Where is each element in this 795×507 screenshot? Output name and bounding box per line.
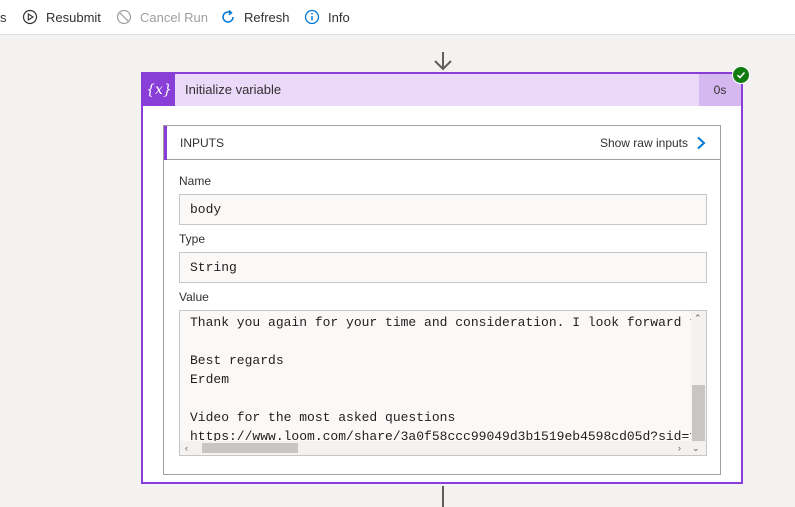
action-title: Initialize variable: [185, 82, 282, 97]
flow-arrow-down-icon: [434, 52, 452, 71]
inputs-panel-header: INPUTS Show raw inputs: [164, 126, 720, 160]
scroll-left-icon[interactable]: ‹: [185, 443, 188, 453]
refresh-button[interactable]: Refresh: [220, 0, 290, 34]
refresh-icon: [220, 9, 236, 25]
scroll-down-icon[interactable]: ⌄: [692, 443, 700, 453]
show-raw-inputs-link[interactable]: Show raw inputs: [600, 126, 706, 160]
variable-icon: {x}: [143, 74, 175, 106]
value-field[interactable]: Thank you again for your time and consid…: [179, 310, 707, 456]
cancel-run-label: Cancel Run: [140, 9, 208, 25]
value-label: Value: [179, 290, 209, 304]
vertical-scroll-thumb[interactable]: [692, 385, 705, 441]
vertical-scrollbar[interactable]: ⌃: [691, 311, 706, 441]
info-button[interactable]: Info: [304, 0, 350, 34]
resubmit-label: Resubmit: [46, 9, 101, 25]
type-field[interactable]: String: [179, 252, 707, 283]
success-check-icon: [732, 66, 750, 84]
horizontal-scroll-thumb[interactable]: [202, 443, 298, 453]
resubmit-button[interactable]: Resubmit: [22, 0, 101, 34]
scroll-right-icon[interactable]: ›: [678, 443, 681, 453]
cancel-run-button[interactable]: Cancel Run: [116, 0, 208, 34]
truncated-toolbar-item[interactable]: s: [0, 0, 7, 34]
command-bar: s Resubmit Cancel Run Refresh Info: [0, 0, 795, 35]
flow-connector-line: [442, 486, 444, 507]
info-label: Info: [328, 9, 350, 25]
resubmit-icon: [22, 9, 38, 25]
show-raw-inputs-label: Show raw inputs: [599, 136, 688, 150]
action-card-header[interactable]: {x} Initialize variable 0s: [143, 74, 741, 106]
refresh-label: Refresh: [244, 9, 290, 25]
name-label: Name: [179, 174, 212, 188]
name-field[interactable]: body: [179, 194, 707, 225]
horizontal-scrollbar[interactable]: ‹ › ⌄: [180, 441, 706, 455]
inputs-title: INPUTS: [180, 136, 225, 150]
info-icon: [304, 9, 320, 25]
cancel-icon: [116, 9, 132, 25]
value-text: Thank you again for your time and consid…: [190, 315, 692, 443]
chevron-right-icon: [697, 136, 706, 150]
type-label: Type: [179, 232, 206, 246]
truncated-item-label: s: [0, 9, 7, 25]
panel-accent-bar: [164, 126, 167, 160]
scroll-up-icon[interactable]: ⌃: [694, 313, 702, 323]
